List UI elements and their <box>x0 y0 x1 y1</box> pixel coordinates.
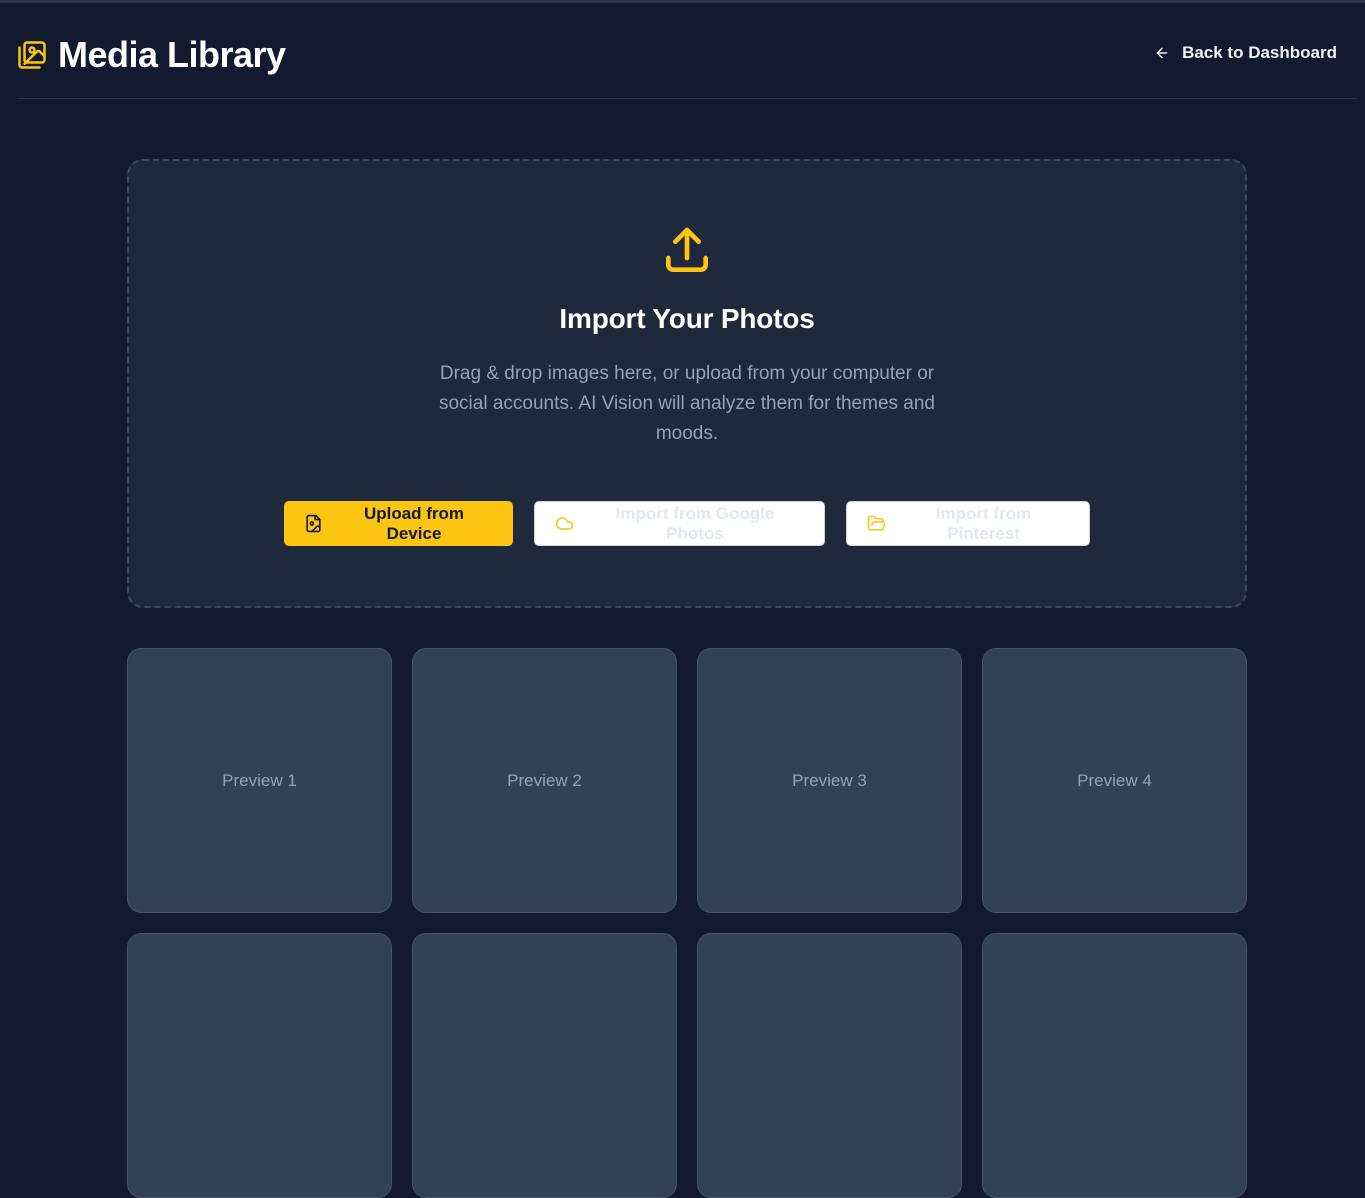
import-button-row: Upload from Device Import from Google Ph… <box>284 501 1090 546</box>
preview-tile[interactable] <box>697 933 962 1198</box>
preview-tile[interactable]: Preview 1 <box>127 648 392 913</box>
preview-tile[interactable]: Preview 4 <box>982 648 1247 913</box>
preview-tile[interactable] <box>127 933 392 1198</box>
file-image-icon <box>306 514 321 533</box>
upload-icon <box>666 227 708 272</box>
dropzone-description: Drag & drop images here, or upload from … <box>438 363 935 444</box>
upload-dropzone[interactable]: Import Your Photos Drag & drop images he… <box>127 159 1247 608</box>
title-group: Media Library <box>17 34 286 76</box>
import-google-photos-label: Import from Google Photos <box>615 503 775 543</box>
import-google-photos-button[interactable]: Import from Google Photos <box>534 501 825 546</box>
preview-grid: Preview 1 Preview 2 Preview 3 Preview 4 <box>127 648 1247 1198</box>
images-icon <box>18 40 46 69</box>
preview-label: Preview 1 <box>222 770 297 790</box>
preview-tile[interactable]: Preview 2 <box>412 648 677 913</box>
preview-tile[interactable] <box>982 933 1247 1198</box>
page-header: Media Library Back to Dashboard <box>17 3 1357 99</box>
preview-tile[interactable] <box>412 933 677 1198</box>
upload-from-device-label: Upload from Device <box>363 503 465 543</box>
import-pinterest-label: Import from Pinterest <box>935 503 1032 543</box>
dropzone-title: Import Your Photos <box>559 303 815 334</box>
upload-from-device-button[interactable]: Upload from Device <box>284 501 513 546</box>
preview-tile[interactable]: Preview 3 <box>697 648 962 913</box>
arrow-left-icon <box>1156 47 1168 58</box>
folder-open-icon <box>867 515 886 531</box>
import-pinterest-button[interactable]: Import from Pinterest <box>846 501 1090 546</box>
preview-label: Preview 3 <box>792 770 867 790</box>
preview-label: Preview 2 <box>507 770 582 790</box>
preview-label: Preview 4 <box>1077 770 1152 790</box>
page-title: Media Library <box>58 33 286 75</box>
cloud-icon <box>555 517 574 530</box>
back-link-label: Back to Dashboard <box>1182 42 1337 62</box>
back-to-dashboard-link[interactable]: Back to Dashboard <box>1154 43 1337 63</box>
